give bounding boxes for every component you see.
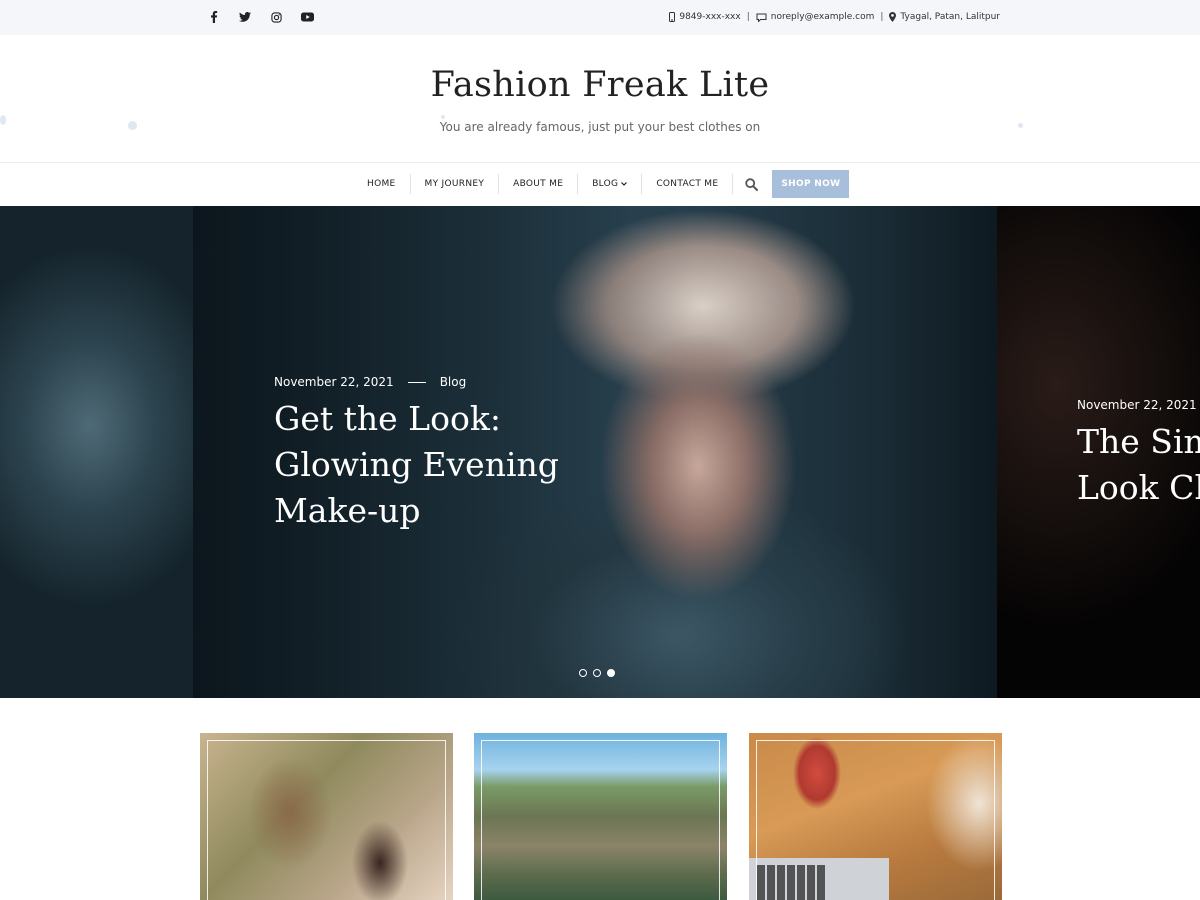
- site-title[interactable]: Fashion Freak Lite: [0, 65, 1200, 105]
- nav-item-blog-label: BLOG: [592, 179, 619, 189]
- meta-dash: [407, 381, 426, 383]
- email-address: noreply@example.com: [770, 12, 875, 22]
- social-links: [206, 9, 315, 25]
- chevron-down-icon: [621, 182, 628, 186]
- slider-dot-active[interactable]: [607, 669, 615, 677]
- next-slide-title-line: Look Ch: [1077, 468, 1200, 507]
- post-card-image[interactable]: [474, 733, 727, 900]
- next-slide-date[interactable]: November 22, 2021: [1077, 398, 1197, 412]
- decorative-dot: [441, 115, 445, 119]
- map-pin-icon: [889, 12, 897, 22]
- nav-item-my-journey[interactable]: MY JOURNEY: [411, 170, 499, 198]
- card-frame: [756, 740, 995, 900]
- next-slide-title[interactable]: The Sim Look Ch: [1077, 419, 1200, 511]
- post-card-image[interactable]: [200, 733, 453, 900]
- card-frame: [207, 740, 446, 900]
- site-tagline: You are already famous, just put your be…: [439, 120, 761, 134]
- phone-icon: [669, 12, 676, 22]
- next-slide-title-line: The Sim: [1077, 422, 1200, 461]
- instagram-icon[interactable]: [268, 9, 284, 25]
- slider-pagination: [579, 669, 615, 677]
- nav-item-contact-me[interactable]: CONTACT ME: [642, 170, 732, 198]
- main-navigation: HOME MY JOURNEY ABOUT ME BLOG CONTACT ME…: [0, 164, 1200, 206]
- comment-icon: [756, 13, 767, 22]
- facebook-icon[interactable]: [206, 9, 222, 25]
- nav-menu: HOME MY JOURNEY ABOUT ME BLOG CONTACT ME…: [353, 170, 850, 198]
- slider-dot[interactable]: [579, 669, 587, 677]
- twitter-icon[interactable]: [237, 9, 253, 25]
- nav-item-home[interactable]: HOME: [353, 170, 410, 198]
- slide-title-line: Glowing Evening: [274, 445, 559, 484]
- slide-title-line: Get the Look:: [274, 399, 501, 438]
- contact-separator: |: [746, 12, 750, 22]
- phone-contact[interactable]: 9849-xxx-xxx: [669, 12, 741, 22]
- shop-now-button[interactable]: SHOP NOW: [772, 170, 850, 198]
- youtube-icon[interactable]: [299, 9, 315, 25]
- top-bar: 9849-xxx-xxx | noreply@example.com | Tya…: [0, 0, 1200, 35]
- featured-posts: [200, 733, 1002, 900]
- next-slide-meta: November 22, 2021: [1077, 398, 1197, 412]
- slider-dot[interactable]: [593, 669, 601, 677]
- search-button[interactable]: [733, 170, 770, 198]
- slide-title-line: Make-up: [274, 491, 421, 530]
- email-contact[interactable]: noreply@example.com: [756, 12, 875, 22]
- search-icon: [745, 177, 759, 191]
- post-card-image[interactable]: [749, 733, 1002, 900]
- slide-category[interactable]: Blog: [440, 375, 467, 389]
- nav-item-about-me[interactable]: ABOUT ME: [499, 170, 577, 198]
- address-contact: Tyagal, Patan, Lalitpur: [889, 12, 1000, 22]
- slide-date[interactable]: November 22, 2021: [274, 375, 394, 389]
- contact-info: 9849-xxx-xxx | noreply@example.com | Tya…: [669, 9, 1000, 25]
- contact-separator: |: [880, 12, 884, 22]
- card-frame: [481, 740, 720, 900]
- slide-title[interactable]: Get the Look: Glowing Evening Make-up: [274, 396, 559, 534]
- previous-slide-image[interactable]: [0, 206, 193, 698]
- phone-number: 9849-xxx-xxx: [679, 12, 741, 22]
- hero-slider: [0, 206, 1200, 698]
- site-header: Fashion Freak Lite You are already famou…: [0, 35, 1200, 163]
- address-text: Tyagal, Patan, Lalitpur: [900, 12, 1000, 22]
- slide-meta: November 22, 2021 Blog: [274, 375, 466, 389]
- nav-item-blog[interactable]: BLOG: [578, 170, 641, 198]
